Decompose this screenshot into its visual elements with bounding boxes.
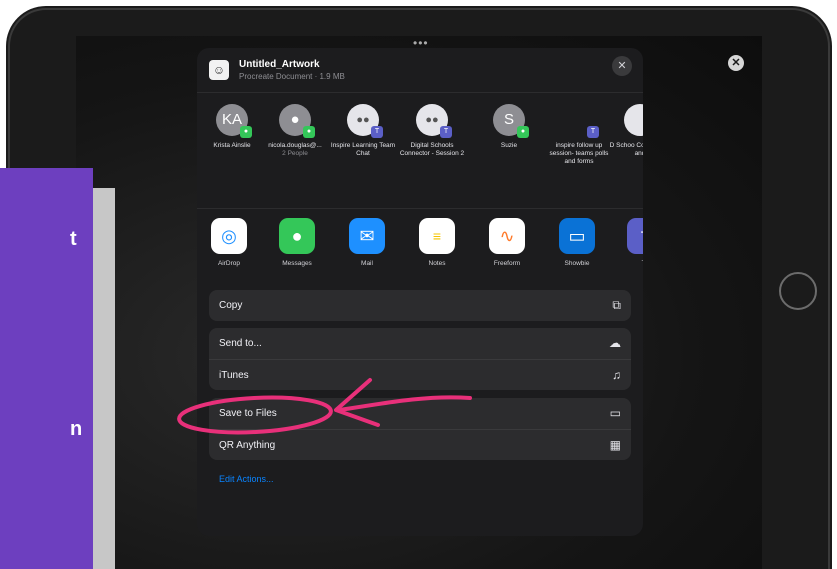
app-label: Freeform <box>493 260 521 267</box>
messages-badge-icon: ● <box>240 126 252 138</box>
edit-actions-link[interactable]: Edit Actions... <box>219 474 274 484</box>
copy-icon: ⧉ <box>612 298 621 312</box>
app-label: Showbie <box>564 260 590 267</box>
app-teams[interactable]: T Te <box>615 218 643 267</box>
group-people-icon: ●● <box>425 114 439 126</box>
app-notes[interactable]: ≡ Notes <box>407 218 467 267</box>
group-people-icon: ●● <box>356 114 370 126</box>
person-subtitle: 2 People <box>282 150 308 157</box>
background-letter: t <box>70 228 77 250</box>
messages-icon: ● <box>279 218 315 254</box>
close-icon[interactable]: ✕ <box>612 56 632 76</box>
app-airdrop[interactable]: ◎ AirDrop <box>199 218 259 267</box>
action-label: Send to... <box>219 338 262 349</box>
background-letter: n <box>70 418 83 440</box>
background-close-icon[interactable]: ✕ <box>728 55 744 71</box>
person-krista-ainslie[interactable]: KA ● Krista Ainslie <box>197 104 267 150</box>
person-name: Inspire Learning Team Chat <box>330 142 396 157</box>
save-to-files-action[interactable]: Save to Files ▭ <box>209 398 631 429</box>
app-label: Mail <box>361 260 373 267</box>
document-title: Untitled_Artwork <box>239 59 320 70</box>
document-thumbnail-icon: ☺ <box>209 60 229 80</box>
avatar-initials: S <box>503 111 514 128</box>
messages-badge-icon: ● <box>517 126 529 138</box>
people-suggestions: KA ● Krista Ainslie ● ● nicola.douglas@.… <box>197 100 643 210</box>
person-partial[interactable]: D Schoo Co Ses Lea and <box>605 104 643 158</box>
music-note-icon: ♫ <box>612 368 621 382</box>
airdrop-icon: ◎ <box>211 218 247 254</box>
home-button[interactable] <box>779 272 817 310</box>
person-digital-schools-connector[interactable]: ●● T Digital Schools Connector - Session… <box>397 104 467 158</box>
teams-badge-icon: T <box>440 126 452 138</box>
group-avatar-icon: ● ● <box>279 104 315 138</box>
share-sheet: ☺ Untitled_Artwork Procreate Document · … <box>197 48 643 536</box>
app-label: Notes <box>428 260 446 267</box>
qr-code-icon: ▦ <box>609 438 621 452</box>
app-label: Messages <box>282 260 312 267</box>
qr-anything-action[interactable]: QR Anything ▦ <box>209 429 631 460</box>
avatar: S ● <box>493 104 529 138</box>
freeform-icon: ∿ <box>489 218 525 254</box>
itunes-action[interactable]: iTunes ♫ <box>209 359 631 390</box>
app-messages[interactable]: ● Messages <box>267 218 327 267</box>
person-inspire-follow-up[interactable]: T inspire follow up session- teams polls… <box>544 104 614 166</box>
group-avatar-icon <box>624 104 643 136</box>
copy-group: Copy ⧉ <box>209 290 631 321</box>
send-group: Send to... ☁ iTunes ♫ <box>209 328 631 390</box>
person-silhouette-icon: ● <box>290 111 300 128</box>
app-label: AirDrop <box>217 260 241 267</box>
teams-icon: T <box>627 218 643 254</box>
person-name: Krista Ainslie <box>213 142 251 149</box>
copy-action[interactable]: Copy ⧉ <box>209 290 631 321</box>
group-avatar-icon: ●● T <box>416 104 452 138</box>
app-label: Te <box>615 260 643 267</box>
folder-icon: ▭ <box>609 406 621 420</box>
showbie-icon: ▭ <box>559 218 595 254</box>
cloud-icon: ☁ <box>609 336 621 350</box>
mail-icon: ✉ <box>349 218 385 254</box>
action-label: iTunes <box>219 369 249 381</box>
app-mail[interactable]: ✉ Mail <box>337 218 397 267</box>
send-to-action[interactable]: Send to... ☁ <box>209 328 631 359</box>
person-nicola-douglas[interactable]: ● ● nicola.douglas@... 2 People <box>260 104 330 158</box>
person-suzie[interactable]: S ● Suzie <box>474 104 544 150</box>
teams-badge-icon: T <box>587 126 599 138</box>
avatar: KA ● <box>216 104 252 138</box>
background-gray-strip <box>93 188 115 569</box>
group-avatar-icon: ●● T <box>347 104 383 138</box>
person-name: D Schoo Co Ses Lea and <box>609 142 643 157</box>
teams-badge-icon: T <box>371 126 383 138</box>
files-group: Save to Files ▭ QR Anything ▦ <box>209 398 631 460</box>
person-inspire-learning-team-chat[interactable]: ●● T Inspire Learning Team Chat <box>328 104 398 158</box>
action-label: QR Anything <box>219 439 276 451</box>
messages-badge-icon: ● <box>303 126 315 138</box>
app-suggestions: ◎ AirDrop ● Messages ✉ Mail ≡ Notes ∿ Fr… <box>197 218 643 283</box>
people-divider <box>197 208 643 209</box>
person-name: nicola.douglas@... <box>268 142 322 149</box>
person-name: Suzie <box>500 142 518 149</box>
app-showbie[interactable]: ▭ Showbie <box>547 218 607 267</box>
group-avatar-icon: T <box>563 104 599 138</box>
avatar-initials: KA <box>221 111 242 128</box>
action-label: Copy <box>219 300 243 311</box>
app-freeform[interactable]: ∿ Freeform <box>477 218 537 267</box>
notes-icon: ≡ <box>419 218 455 254</box>
header-divider <box>197 92 643 93</box>
action-label: Save to Files <box>219 408 277 419</box>
background-purple-panel <box>0 168 93 569</box>
person-name: inspire follow up session- teams polls a… <box>549 142 609 165</box>
person-name: Digital Schools Connector - Session 2 <box>399 142 465 157</box>
document-subtitle: Procreate Document · 1.9 MB <box>239 72 345 81</box>
